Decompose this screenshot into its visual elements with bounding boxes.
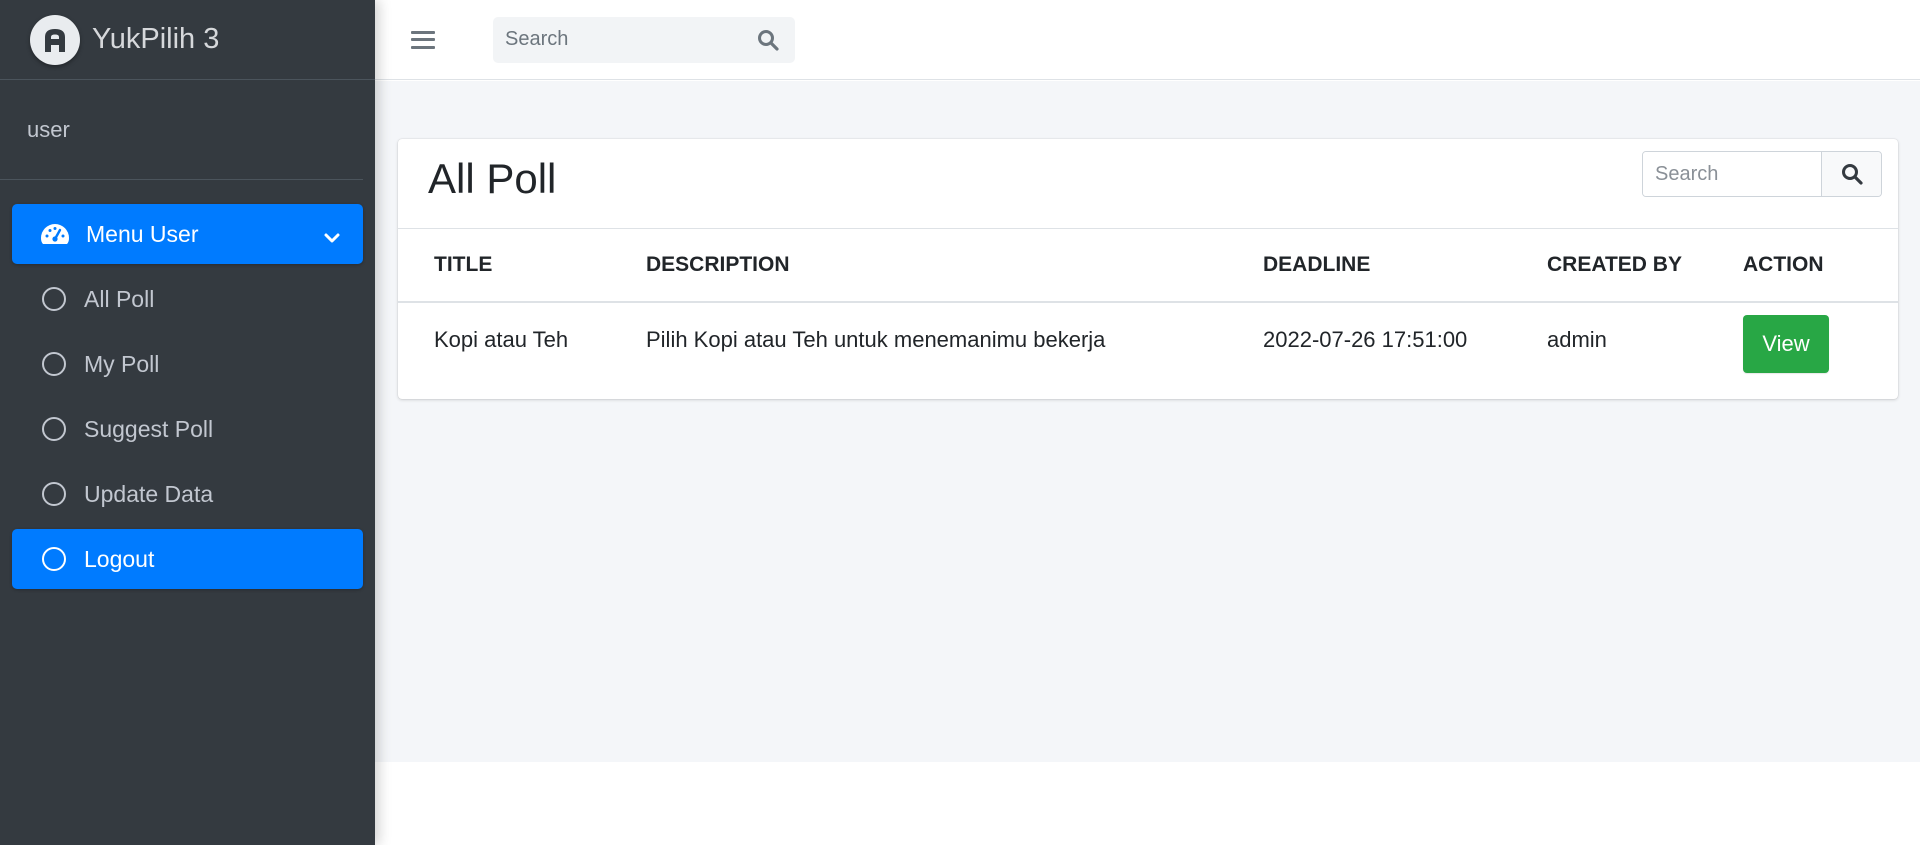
brand-link[interactable]: YukPilih 3 [0,0,375,80]
content-wrapper: All Poll TITLE DESCRIPTION DEADLINE CREA… [375,81,1920,762]
circle-icon [42,417,66,441]
sidebar-item-label: Logout [84,545,155,572]
circle-icon [42,482,66,506]
column-header-title: TITLE [398,229,610,303]
sidebar-item-label: Suggest Poll [84,415,214,442]
brand-logo-icon [30,14,80,65]
sidebar-item-logout[interactable]: Logout [12,529,363,589]
sidebar-item-label: Menu User [86,220,199,247]
card-header: All Poll [398,139,1898,229]
sidebar-nav: Menu User All Poll My Poll Suggest Poll … [0,180,375,589]
sidebar-item-menu-user[interactable]: Menu User [12,204,363,264]
topbar [375,0,1920,80]
sidebar-item-label: Update Data [84,480,214,507]
page-title: All Poll [428,155,557,202]
circle-icon [42,352,66,376]
user-name[interactable]: user [27,117,70,143]
search-icon [1841,164,1863,185]
cell-action: View [1707,302,1898,396]
cell-created-by: admin [1547,327,1607,352]
cell-title: Kopi atau Teh [434,327,569,352]
sidebar: YukPilih 3 user Menu User All Poll My Po… [0,0,375,845]
user-panel: user [0,80,363,180]
hamburger-menu-icon[interactable] [411,29,435,51]
sidebar-item-label: My Poll [84,350,160,377]
topbar-search [493,16,795,63]
circle-icon [42,547,66,571]
sidebar-item-my-poll[interactable]: My Poll [12,334,363,394]
chevron-down-icon [323,224,341,251]
poll-card: All Poll TITLE DESCRIPTION DEADLINE CREA… [398,139,1898,399]
sidebar-item-all-poll[interactable]: All Poll [12,269,363,329]
search-icon[interactable] [743,17,793,63]
table-header-row: TITLE DESCRIPTION DEADLINE CREATED BY AC… [398,229,1898,303]
search-button[interactable] [1821,152,1881,196]
cell-deadline: 2022-07-26 17:51:00 [1263,327,1468,352]
sidebar-item-suggest-poll[interactable]: Suggest Poll [12,399,363,459]
poll-table: TITLE DESCRIPTION DEADLINE CREATED BY AC… [398,229,1898,396]
topbar-search-input[interactable] [493,28,743,51]
table-search-input[interactable] [1643,152,1821,196]
cell-description: Pilih Kopi atau Teh untuk menemanimu bek… [646,327,1106,352]
column-header-deadline: DEADLINE [1227,229,1511,303]
circle-icon [42,287,66,311]
column-header-action: ACTION [1707,229,1898,303]
column-header-description: DESCRIPTION [610,229,1227,303]
table-row: Kopi atau Teh Pilih Kopi atau Teh untuk … [398,302,1898,396]
card-search [1642,151,1882,197]
view-button[interactable]: View [1743,315,1829,373]
tachometer-icon [40,222,72,246]
sidebar-item-update-data[interactable]: Update Data [12,464,363,524]
sidebar-item-label: All Poll [84,285,155,312]
brand-name: YukPilih 3 [92,23,220,55]
column-header-created-by: CREATED BY [1511,229,1707,303]
